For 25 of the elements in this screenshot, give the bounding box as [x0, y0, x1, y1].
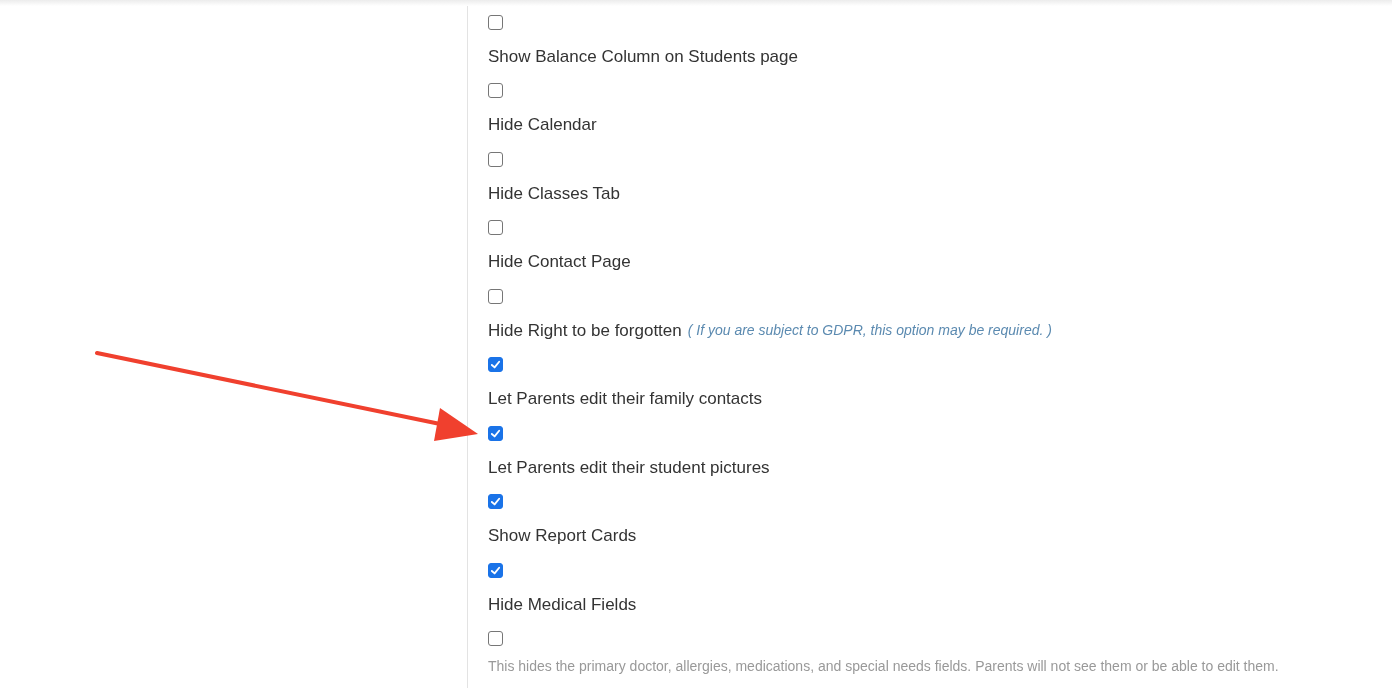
- checkbox[interactable]: [488, 631, 503, 646]
- checkbox[interactable]: [488, 14, 503, 30]
- checkbox[interactable]: [488, 562, 503, 578]
- checkbox[interactable]: [488, 220, 503, 235]
- check-icon: [490, 496, 501, 507]
- setting-label: Let Parents edit their family contacts: [488, 388, 763, 410]
- setting-label: Let Parents edit their student pictures: [488, 456, 770, 479]
- setting-label: Hide Right to be forgotten: [488, 319, 682, 342]
- setting-label: Hide Medical Fields: [488, 593, 637, 616]
- check-icon: [490, 359, 501, 370]
- setting-label: Hide Contact Page: [488, 251, 631, 273]
- check-icon: [490, 564, 501, 576]
- checkbox[interactable]: [488, 494, 503, 509]
- checkbox[interactable]: [488, 151, 503, 167]
- note-text: ( If you are subject to GDPR, this option may be required. ): [687, 320, 1052, 340]
- check-icon: [490, 427, 501, 439]
- setting-label: Show Report Cards: [488, 525, 637, 547]
- checkbox[interactable]: [488, 357, 503, 372]
- checkbox[interactable]: [488, 83, 503, 98]
- setting-label: Hide Calendar: [488, 114, 597, 136]
- help-text: This hides the primary doctor, allergies, medications, and special needs fields. Parents will not see them or be able to edit them.: [488, 656, 1279, 676]
- checkbox[interactable]: [488, 425, 503, 441]
- setting-label: Hide Classes Tab: [488, 182, 620, 205]
- checkbox[interactable]: [488, 288, 503, 304]
- setting-label: Show Balance Column on Students page: [488, 45, 798, 68]
